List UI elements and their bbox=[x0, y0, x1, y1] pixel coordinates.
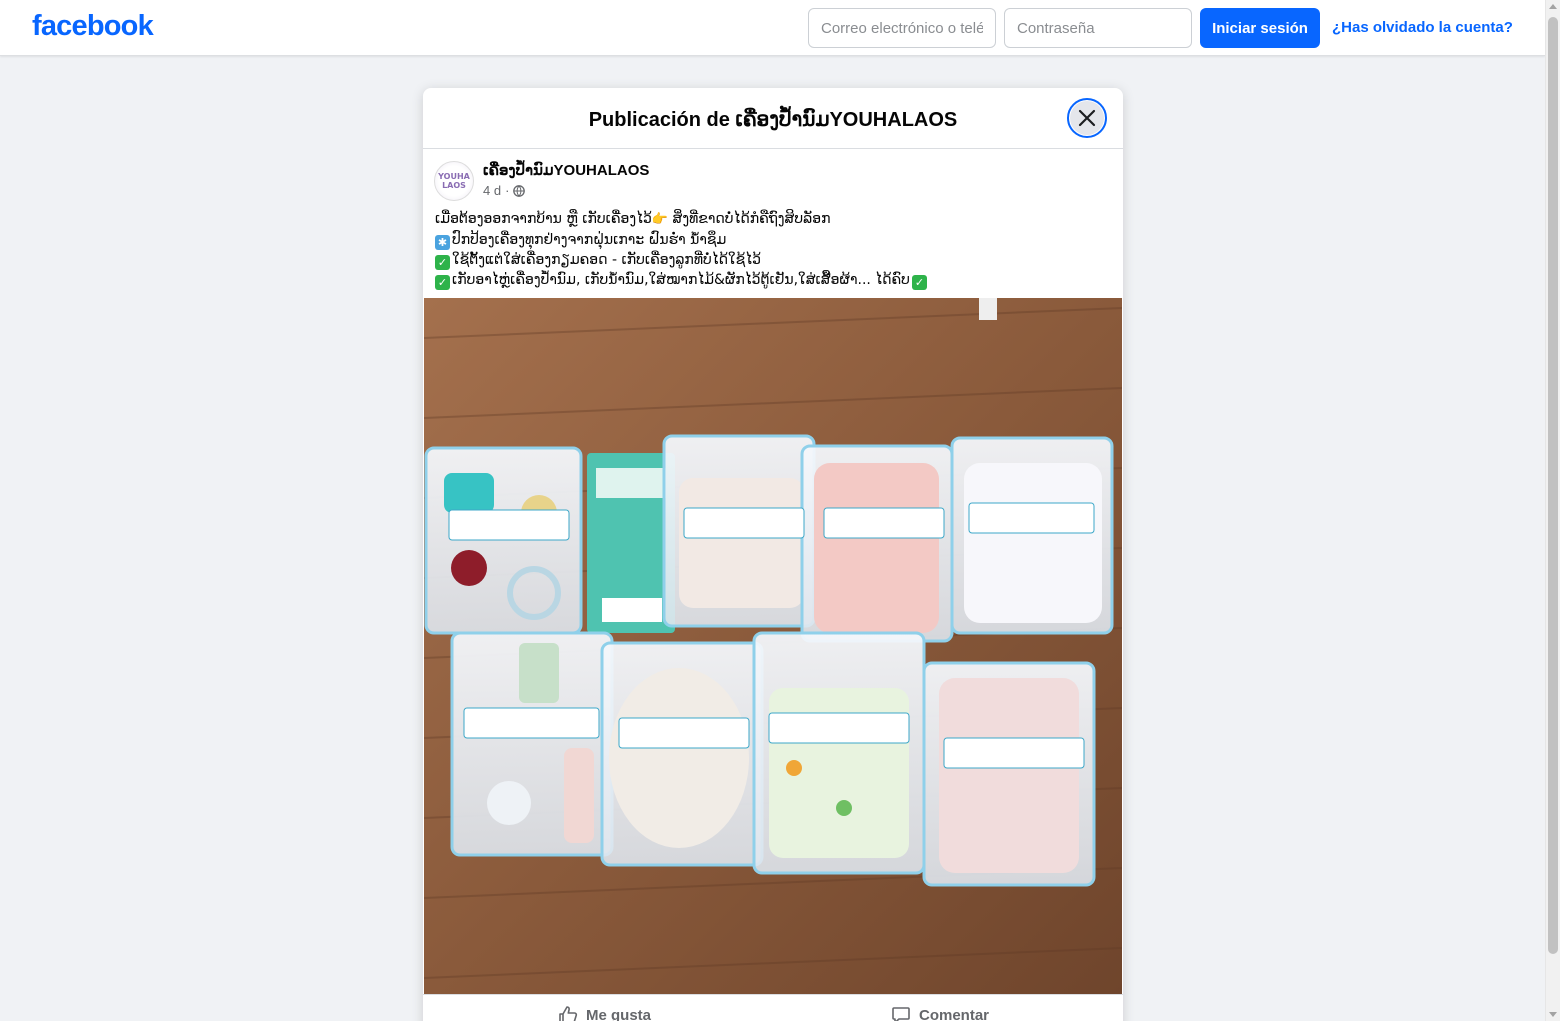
photo-image bbox=[424, 298, 1122, 994]
post-line-1-tail: ສິ່ງທີ່ຂາດບໍ່ໄດ້ກໍຄືຖົງສິບລັອກ bbox=[668, 211, 831, 227]
snowflake-icon: ✱ bbox=[435, 235, 450, 250]
post-line-1-text: ເມື່ອຕ້ອງອອກຈາກບ້ານ ຫຼື ເກັບເຄື່ອງໄວ້ bbox=[435, 211, 652, 227]
password-field[interactable] bbox=[1004, 8, 1192, 48]
thumbs-up-icon bbox=[559, 1006, 578, 1021]
post-meta: 4 d · bbox=[483, 183, 526, 198]
check-mark-icon: ✓ bbox=[911, 275, 927, 290]
post-line-4: ✓ ເກັບອາໄຫຼ່ເຄື່ອງປ້ຳນົມ, ເກັບນ້ຳນົມ,ໃສ່ໝ… bbox=[435, 270, 1111, 290]
post-text: ເມື່ອຕ້ອງອອກຈາກບ້ານ ຫຼື ເກັບເຄື່ອງໄວ້👉 ສ… bbox=[423, 205, 1123, 298]
scroll-thumb[interactable] bbox=[1548, 17, 1558, 954]
post-line-2-text: ປົກປ້ອງເຄື່ອງທຸກຢ່າງຈາກຝຸ່ນເກາະ ຝົນຮ່ຳ ນ… bbox=[452, 232, 727, 248]
scroll-up-arrow-icon[interactable] bbox=[1549, 4, 1557, 9]
like-button[interactable]: Me gusta bbox=[558, 1005, 651, 1021]
post-line-4-text: ເກັບອາໄຫຼ່ເຄື່ອງປ້ຳນົມ, ເກັບນ້ຳນົມ,ໃສ່ໝາ… bbox=[452, 272, 910, 288]
check-mark-icon: ✓ bbox=[435, 255, 450, 270]
forgot-account-link[interactable]: ¿Has olvidado la cuenta? bbox=[1332, 19, 1513, 36]
scroll-down-arrow-icon[interactable] bbox=[1549, 1012, 1557, 1017]
like-label: Me gusta bbox=[586, 1006, 652, 1021]
close-icon bbox=[1078, 109, 1096, 127]
page-name-link[interactable]: ເຄື່ອງປ້ຳນົມYOUHALAOS bbox=[483, 161, 649, 179]
post-line-3-text: ໃຊ້ຕັ້ງແຕ່ໃສ່ເຄື່ອງກຽມຄອດ - ເກັບເຄື່ອງລູ… bbox=[452, 252, 761, 268]
globe-icon bbox=[513, 184, 526, 197]
dialog-header: Publicación de ເຄື່ອງປ້ຳນົມYOUHALAOS bbox=[423, 88, 1123, 149]
meta-separator: · bbox=[505, 183, 510, 198]
post-photo[interactable] bbox=[424, 298, 1122, 994]
post-line-3: ✓ ໃຊ້ຕັ້ງແຕ່ໃສ່ເຄື່ອງກຽມຄອດ - ເກັບເຄື່ອງລ… bbox=[435, 250, 1111, 270]
comment-button[interactable]: Comentar bbox=[891, 1005, 989, 1021]
scrollbar[interactable] bbox=[1545, 0, 1560, 1021]
facebook-logo[interactable]: facebook bbox=[32, 10, 154, 43]
avatar[interactable]: YOUHA LAOS bbox=[434, 161, 474, 201]
close-button[interactable] bbox=[1067, 98, 1107, 138]
comment-label: Comentar bbox=[919, 1006, 990, 1021]
pointing-hand-icon: 👉 bbox=[651, 212, 669, 227]
post-line-2: ✱ ປົກປ້ອງເຄື່ອງທຸກຢ່າງຈາກຝຸ່ນເກາະ ຝົນຮ່ຳ … bbox=[435, 230, 1111, 250]
post-line-1: ເມື່ອຕ້ອງອອກຈາກບ້ານ ຫຼື ເກັບເຄື່ອງໄວ້👉 ສ… bbox=[435, 209, 1111, 230]
check-mark-icon: ✓ bbox=[435, 275, 450, 290]
post-header: YOUHA LAOS ເຄື່ອງປ້ຳນົມYOUHALAOS 4 d · bbox=[423, 149, 1123, 205]
avatar-logo-text: YOUHA LAOS bbox=[438, 172, 470, 190]
dialog-title: Publicación de ເຄື່ອງປ້ຳນົມYOUHALAOS bbox=[588, 109, 958, 131]
login-button[interactable]: Iniciar sesión bbox=[1200, 8, 1320, 48]
email-field[interactable] bbox=[808, 8, 996, 48]
post-dialog: Publicación de ເຄື່ອງປ້ຳນົມYOUHALAOS YOU… bbox=[423, 88, 1123, 1021]
top-bar: facebook Iniciar sesión ¿Has olvidado la… bbox=[0, 0, 1545, 56]
post-actions-bar: Me gusta Comentar bbox=[423, 994, 1123, 1021]
post-time[interactable]: 4 d bbox=[483, 183, 501, 198]
comment-icon bbox=[892, 1007, 910, 1021]
